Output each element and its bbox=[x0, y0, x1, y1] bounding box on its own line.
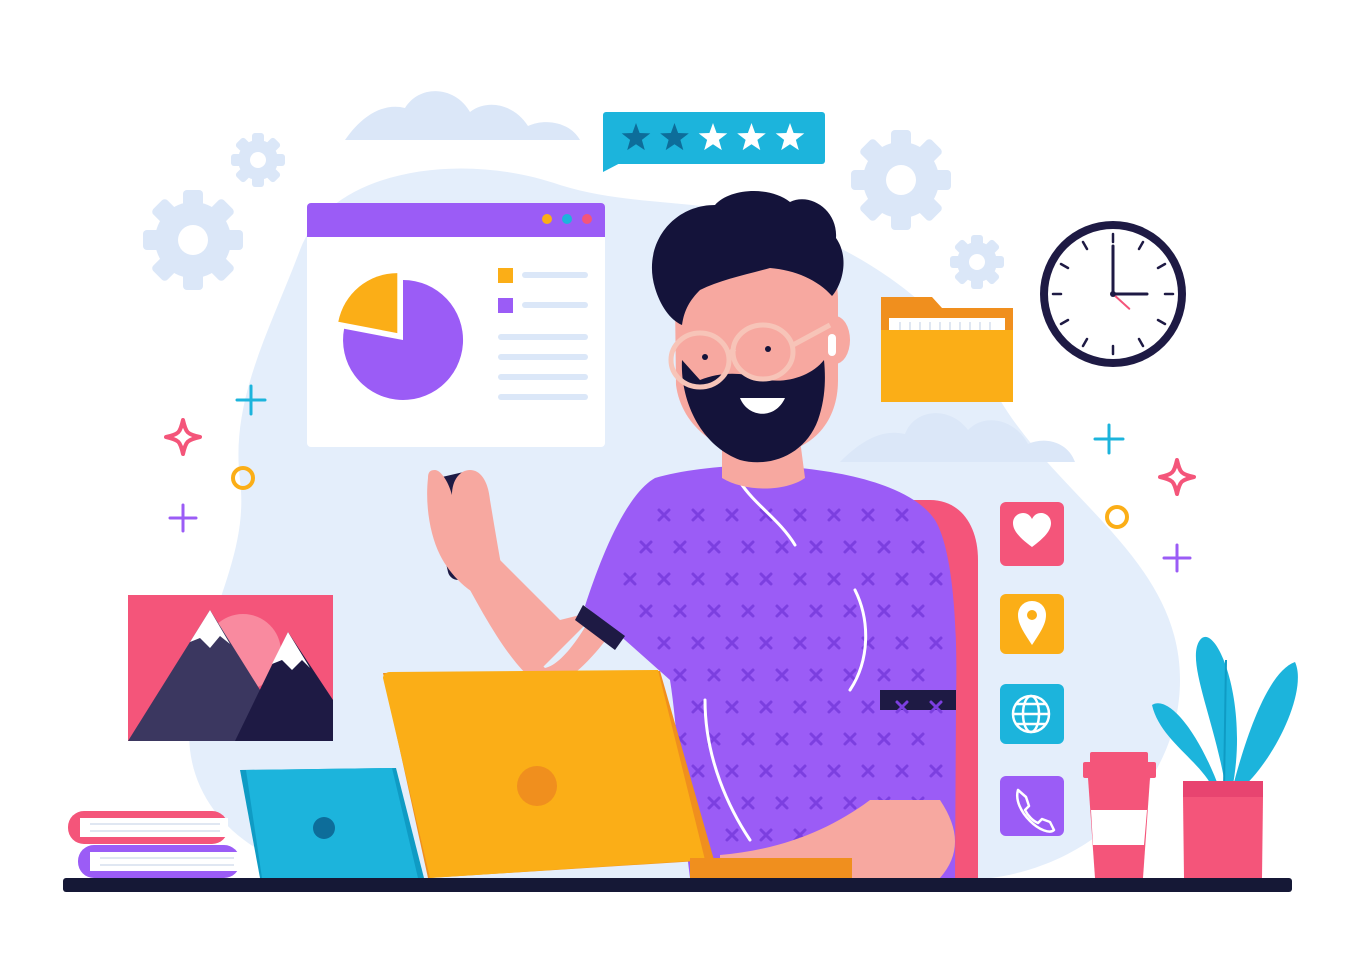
legend-line bbox=[522, 272, 588, 278]
desk bbox=[63, 878, 1292, 892]
legend-swatch-purple bbox=[498, 298, 513, 313]
text-line bbox=[498, 354, 588, 360]
ring-icon-right bbox=[1105, 505, 1129, 529]
cloud-top bbox=[345, 91, 580, 140]
browser-window bbox=[307, 203, 605, 447]
coffee-cup bbox=[1083, 752, 1156, 878]
text-line bbox=[498, 394, 588, 400]
illustration bbox=[0, 0, 1358, 976]
laptop-logo bbox=[313, 817, 335, 839]
sparkle-icon-right bbox=[1158, 458, 1196, 496]
text-line bbox=[498, 334, 588, 340]
window-dot-pink bbox=[582, 214, 592, 224]
plus-icon-right bbox=[1093, 423, 1125, 455]
clock-icon bbox=[1040, 221, 1186, 367]
gear-icon-small bbox=[231, 133, 285, 187]
gear-icon-right-small bbox=[950, 235, 1004, 289]
text-line bbox=[498, 374, 588, 380]
globe-icon bbox=[1000, 684, 1064, 744]
rating-bubble bbox=[603, 112, 825, 172]
location-pin-icon bbox=[1000, 594, 1064, 654]
folder-icon bbox=[881, 297, 1013, 402]
legend-swatch-orange bbox=[498, 268, 513, 283]
sparkle-icon bbox=[164, 418, 202, 456]
gear-icon bbox=[143, 190, 243, 290]
window-dot-cyan bbox=[562, 214, 572, 224]
window-dot-orange bbox=[542, 214, 552, 224]
earbud bbox=[828, 334, 836, 356]
phone-icon bbox=[1000, 776, 1064, 836]
legend-line bbox=[522, 302, 588, 308]
mountain-picture bbox=[128, 595, 333, 741]
laptop-logo bbox=[517, 766, 557, 806]
gear-icon-right bbox=[851, 130, 951, 230]
plus-icon-purple-right bbox=[1162, 543, 1192, 573]
book-stack bbox=[68, 811, 240, 878]
heart-icon bbox=[1000, 502, 1064, 566]
plus-icon-purple bbox=[168, 503, 198, 533]
laptop-small bbox=[240, 768, 424, 878]
